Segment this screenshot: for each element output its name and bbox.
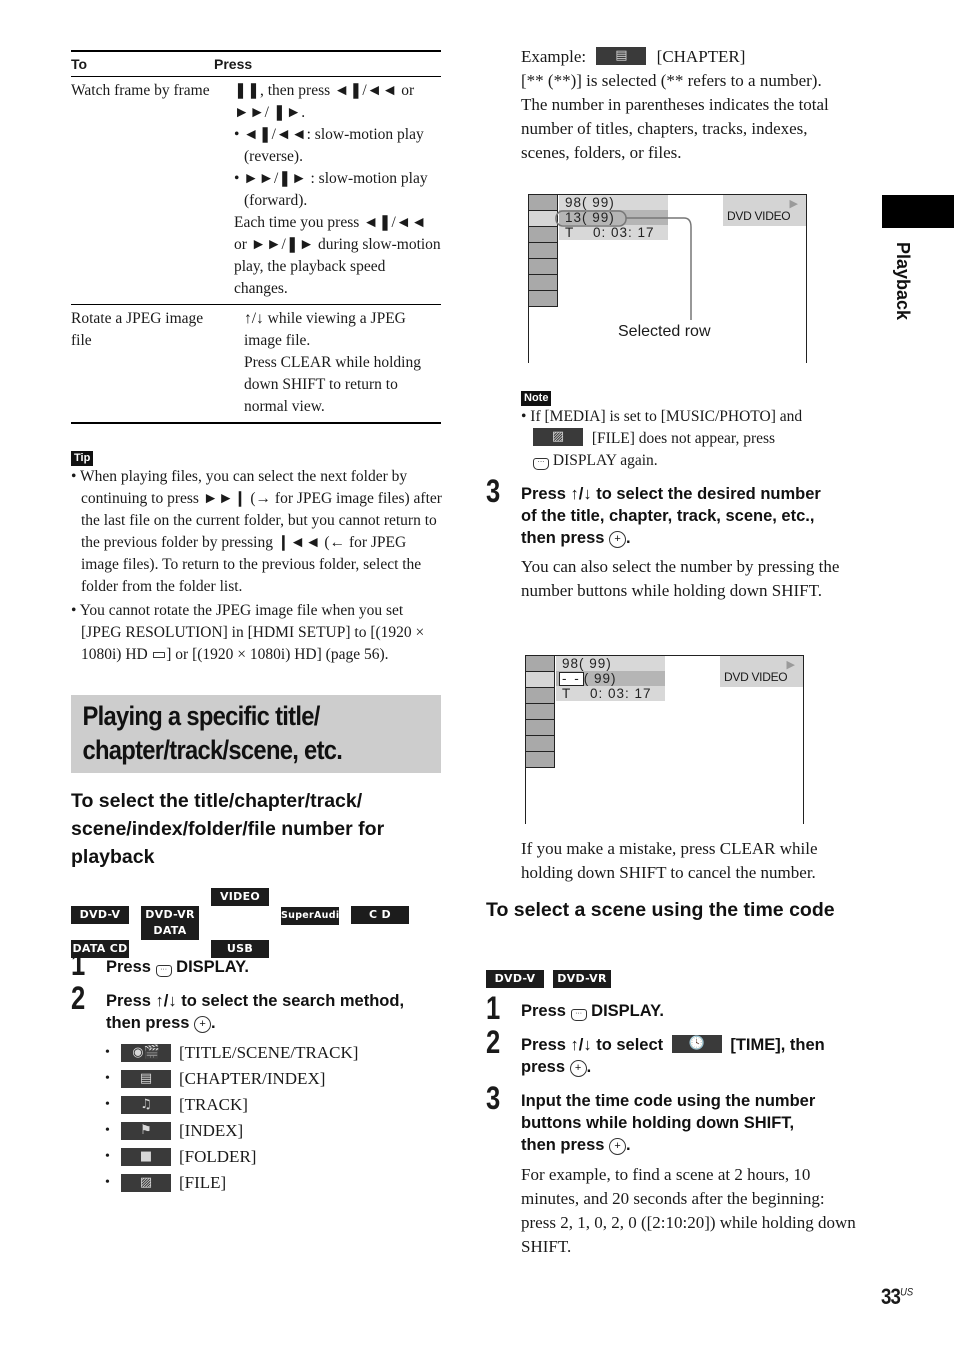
- tip-item: • When playing files, you can select the…: [71, 468, 442, 595]
- operations-table: To Press Watch frame by frame ❚❚, then p…: [71, 50, 441, 424]
- play-icon: ▶: [786, 659, 795, 671]
- step-number: 3: [486, 473, 501, 509]
- enter-button-icon: +: [569, 1060, 587, 1077]
- instruction-bullet: • ◄❚/◄◄: slow-motion play (reverse).: [234, 126, 424, 165]
- file-icon: ▨: [533, 428, 583, 446]
- instruction-bullet: • ►►/❚► : slow-motion play (forward).: [234, 170, 428, 209]
- header-press: Press: [214, 56, 253, 72]
- step-number: 2: [71, 980, 86, 1016]
- table-row: Watch frame by frame ❚❚, then press ◄❚/◄…: [71, 77, 441, 304]
- osd-screen-example: 98( 99) 13( 99) T 0: 03: 17 ▶ DVD VIDEO …: [528, 194, 807, 363]
- list-item: • ♫ [TRACK]: [105, 1095, 248, 1114]
- callout-label: Selected row: [618, 323, 711, 340]
- mistake-text: If you make a mistake, press CLEAR while…: [521, 839, 818, 882]
- example-block: Example: ▤ [CHAPTER] [** (**)] is select…: [521, 47, 829, 162]
- subsection-heading: To select the title/chapter/track/ scene…: [71, 790, 385, 868]
- subsection-heading: To select a scene using the time code: [486, 899, 835, 921]
- instruction-line: Each time you press ◄❚/◄◄ or ►►/❚► durin…: [234, 214, 441, 297]
- step-1-text: Press ··· DISPLAY.: [106, 958, 249, 977]
- display-button-icon: ···: [533, 458, 549, 470]
- table-row: Rotate a JPEG image file ↑/↓ while viewi…: [71, 304, 441, 424]
- row-instructions: ↑/↓ while viewing a JPEG image file. Pre…: [244, 308, 441, 418]
- time-clock-icon: 🕓: [671, 1035, 722, 1053]
- instruction-line: Press CLEAR while holding down SHIFT to …: [244, 354, 421, 415]
- file-icon: ▨: [121, 1174, 171, 1192]
- media-badge-data-dvd: DATA DVD: [141, 922, 199, 955]
- enter-button-icon: +: [609, 1138, 627, 1155]
- section-title: Playing a specific title/ chapter/track/…: [71, 695, 441, 773]
- note-text: • If [MEDIA] is set to [MUSIC/PHOTO] and…: [521, 408, 803, 470]
- media-badge-super-audio-cd: SuperAudioCD: [281, 907, 361, 925]
- header-to: To: [71, 56, 88, 72]
- title-scene-track-icon: ◉🎬: [121, 1044, 171, 1062]
- index-icon: ⚑: [121, 1122, 171, 1140]
- tip-list: • When playing files, you can select the…: [71, 466, 443, 668]
- section-tab-label: Playback: [893, 242, 913, 321]
- list-item: • ◉🎬 [TITLE/SCENE/TRACK]: [105, 1043, 359, 1062]
- list-item: • ▨ [FILE]: [105, 1173, 227, 1192]
- chapter-index-icon: ▤: [121, 1070, 171, 1088]
- search-method-list: • ◉🎬 [TITLE/SCENE/TRACK] • ▤ [CHAPTER/IN…: [105, 1040, 358, 1196]
- media-badge-video-cd: VIDEO CD: [211, 888, 269, 921]
- osd-info: 98( 99) - -( 99) T 0: 03: 17: [556, 656, 665, 701]
- list-item: • ⚑ [INDEX]: [105, 1121, 244, 1140]
- tip-label: Tip: [71, 448, 94, 466]
- enter-button-icon: +: [609, 531, 627, 548]
- time-code-example: For example, to find a scene at 2 hours,…: [521, 1165, 856, 1256]
- display-button-icon: ···: [155, 965, 172, 977]
- step-2-text: Press ↑/↓ to select the search method, t…: [106, 992, 405, 1033]
- note-label: Note: [521, 388, 552, 406]
- section-tab-marker: [882, 195, 954, 228]
- table-header: To Press: [71, 52, 441, 77]
- display-button-icon: ···: [570, 1009, 587, 1021]
- enter-button-icon: +: [194, 1016, 212, 1033]
- osd-mode-box: ▶ DVD VIDEO: [720, 656, 803, 687]
- step-1-text: Press ··· DISPLAY.: [521, 1002, 664, 1021]
- tip-item: • You cannot rotate the JPEG image file …: [71, 602, 425, 663]
- folder-icon: ■: [121, 1148, 171, 1166]
- osd-screen-input: 98( 99) - -( 99) T 0: 03: 17 ▶ DVD VIDEO: [525, 655, 804, 824]
- track-icon: ♫: [121, 1096, 171, 1114]
- instruction-line: ↑/↓ while viewing a JPEG image file.: [244, 310, 406, 349]
- media-badges-row2: DATA CD DATA DVD USB: [71, 922, 269, 958]
- media-badge-dvd-vr: DVD-VR: [553, 970, 611, 988]
- media-badge-cd: C D: [351, 906, 409, 924]
- chapter-icon: ▤: [596, 47, 647, 65]
- media-badges: DVD-V DVD-VR VIDEO CD SuperAudioCD C D: [71, 888, 409, 925]
- step-number: 2: [486, 1024, 501, 1060]
- step-3-text: Press ↑/↓ to select the desired number o…: [521, 485, 821, 548]
- step-2-text: Press ↑/↓ to select 🕓 [TIME], then press…: [521, 1035, 825, 1077]
- row-instructions: ❚❚, then press ◄❚/◄◄ or ►►/ ❚►. • ◄❚/◄◄:…: [234, 80, 441, 300]
- step-number: 3: [486, 1080, 501, 1116]
- step-number: 1: [71, 946, 86, 982]
- row-action: Watch frame by frame: [71, 82, 210, 99]
- list-item: • ■ [FOLDER]: [105, 1147, 257, 1166]
- number-input-field[interactable]: - -: [559, 672, 584, 686]
- step-number: 1: [486, 990, 501, 1026]
- media-badges: DVD-V DVD-VR: [486, 969, 611, 988]
- media-badge-dvd-v: DVD-V: [486, 970, 544, 988]
- step-3-body: You can also select the number by pressi…: [521, 557, 840, 600]
- step-3-text: Input the time code using the number but…: [521, 1092, 816, 1155]
- list-item: • ▤ [CHAPTER/INDEX]: [105, 1069, 326, 1088]
- page-number: 33US: [881, 1284, 914, 1309]
- row-action: Rotate a JPEG image file: [71, 310, 204, 349]
- instruction-line: ❚❚, then press ◄❚/◄◄ or ►►/ ❚►.: [234, 82, 415, 121]
- osd-menu-column: [526, 656, 555, 768]
